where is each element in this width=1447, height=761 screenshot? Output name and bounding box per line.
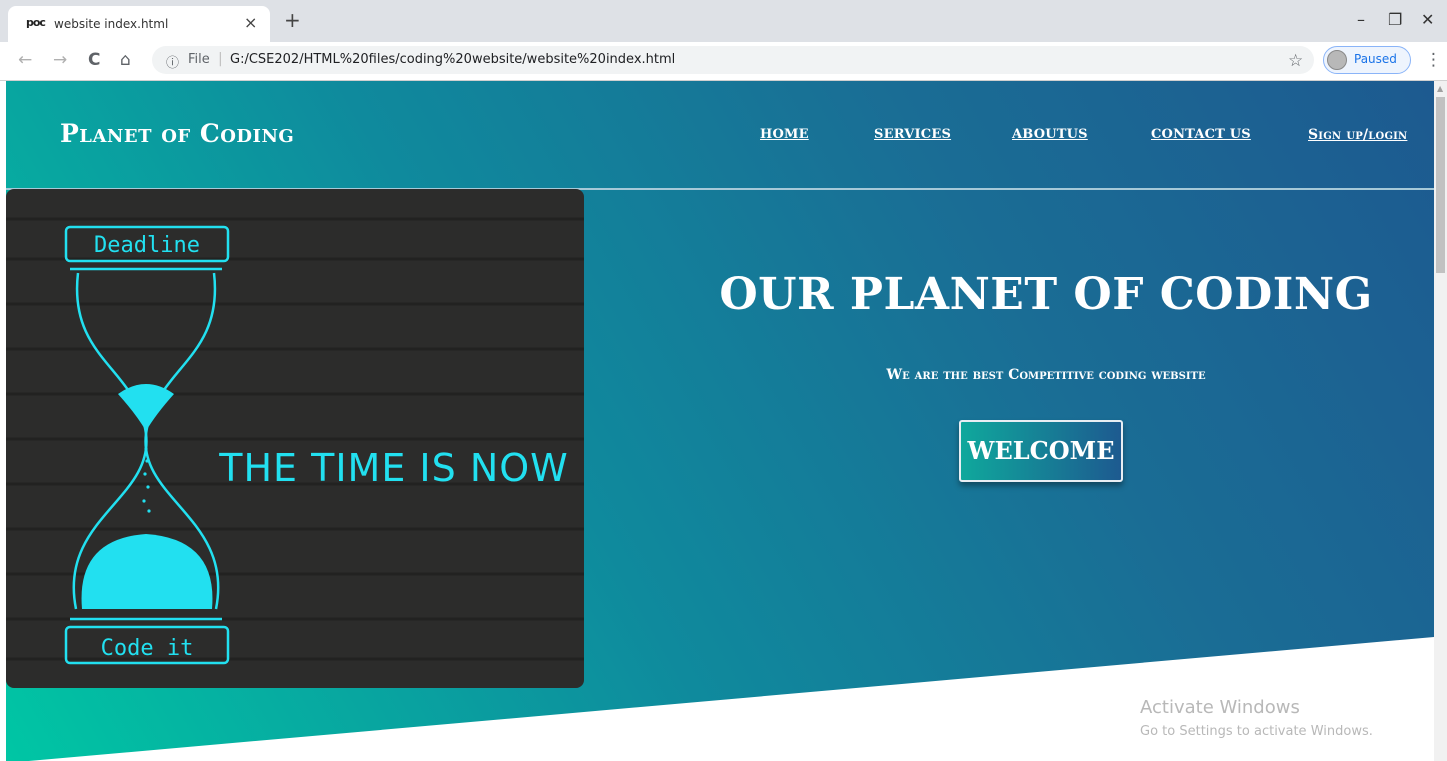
site-info-icon[interactable]: ⓘ [166,52,179,71]
restore-icon[interactable]: ❐ [1388,10,1402,29]
browser-menu-icon[interactable]: ⋮ [1425,50,1442,70]
bookmark-star-icon[interactable]: ☆ [1288,51,1303,71]
site-logo[interactable]: Planet of Coding [60,119,294,148]
new-tab-button[interactable]: + [284,10,301,30]
browser-tab[interactable]: poc website index.html × [8,6,270,42]
url-text[interactable]: G:/CSE202/HTML%20files/coding%20website/… [230,52,675,67]
url-scheme-label: File [188,52,210,67]
scroll-up-icon[interactable]: ▲ [1437,84,1443,93]
profile-status: Paused [1354,52,1397,66]
hourglass-illustration: Deadline Code it THE TIME IS NOW [6,217,584,665]
minimize-icon[interactable]: – [1357,10,1365,29]
hero-image: Deadline Code it THE TIME IS NOW [6,189,584,688]
nav-home[interactable]: HOME [760,127,809,142]
back-icon[interactable]: ← [18,50,32,70]
browser-tabstrip: poc website index.html × + – ❐ ✕ [0,0,1447,42]
hourglass-bottom-label: Code it [101,636,194,661]
scrollbar-thumb[interactable] [1436,97,1445,273]
image-slogan: THE TIME IS NOW [218,446,569,490]
site-navbar: Planet of Coding HOME SERVICES ABOUTUS C… [6,81,1434,190]
activate-windows-title: Activate Windows [1140,697,1300,718]
avatar [1327,50,1347,70]
browser-toolbar: ← → C ⌂ ⓘ File | G:/CSE202/HTML%20files/… [0,42,1447,81]
close-window-icon[interactable]: ✕ [1421,10,1434,29]
welcome-button[interactable]: WELCOME [959,420,1123,482]
activate-windows-subtitle: Go to Settings to activate Windows. [1140,724,1373,739]
web-page: Planet of Coding HOME SERVICES ABOUTUS C… [6,81,1434,761]
url-separator: | [218,51,223,67]
tab-close-icon[interactable]: × [244,13,257,32]
tab-favicon-icon: poc [26,16,46,29]
forward-icon[interactable]: → [53,50,67,70]
nav-signup-login[interactable]: Sign up/login [1308,127,1407,143]
page-scrollbar[interactable]: ▲ [1434,81,1447,761]
nav-aboutus[interactable]: ABOUTUS [1012,127,1088,142]
reload-icon[interactable]: C [88,50,100,70]
hero-title: OUR PLANET OF CODING [719,269,1373,320]
home-icon[interactable]: ⌂ [120,50,131,70]
nav-services[interactable]: SERVICES [874,127,951,142]
tab-title: website index.html [54,17,169,31]
address-bar[interactable]: ⓘ File | G:/CSE202/HTML%20files/coding%2… [152,46,1314,74]
hourglass-top-label: Deadline [94,233,200,258]
profile-button[interactable]: Paused [1323,46,1411,74]
hero-subtitle: We are the best Competitive coding websi… [886,367,1206,383]
nav-contact-us[interactable]: CONTACT US [1151,127,1251,142]
